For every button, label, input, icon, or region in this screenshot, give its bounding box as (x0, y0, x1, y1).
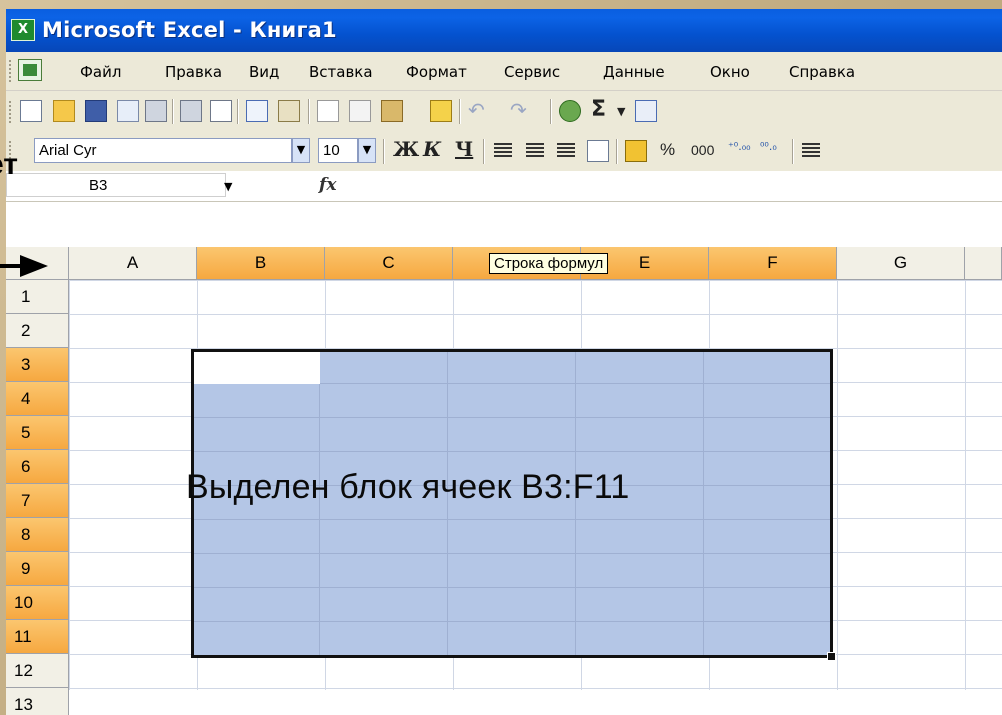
row-header-5[interactable]: 5 (6, 416, 69, 450)
align-right-icon[interactable] (555, 140, 577, 162)
selection-caption: Выделен блок ячеек B3:F11 (186, 468, 630, 506)
decrease-decimal-button[interactable]: ⁰⁰.₀ (760, 140, 777, 153)
align-center-icon[interactable] (524, 140, 546, 162)
percent-button[interactable]: % (660, 140, 675, 160)
print-icon[interactable] (180, 100, 202, 122)
row-header-4[interactable]: 4 (6, 382, 69, 416)
annotation-text: ет (0, 148, 18, 181)
menu-edit[interactable]: Правка (165, 63, 222, 81)
column-header-f[interactable]: F (709, 247, 837, 280)
active-cell-b3[interactable] (194, 352, 320, 384)
new-icon[interactable] (20, 100, 42, 122)
save-icon[interactable] (85, 100, 107, 122)
column-header-g[interactable]: G (837, 247, 965, 280)
menu-help[interactable]: Справка (789, 63, 855, 81)
title-bar[interactable]: X Microsoft Excel - Книга1 (6, 9, 1002, 52)
chevron-down-icon[interactable]: ▼ (292, 138, 310, 163)
selected-range[interactable]: Выделен блок ячеек B3:F11 (186, 349, 836, 661)
chevron-down-icon[interactable]: ▼ (224, 180, 232, 193)
italic-button[interactable]: К (423, 137, 441, 161)
underline-button[interactable]: Ч (455, 137, 473, 161)
undo-icon[interactable]: ↶ (468, 100, 490, 122)
column-header-b[interactable]: B (197, 247, 325, 280)
format-painter-icon[interactable] (430, 100, 452, 122)
increase-decimal-button[interactable]: ⁺⁰.₀₀ (728, 140, 751, 153)
decrease-indent-icon[interactable] (800, 140, 822, 162)
row-header-10[interactable]: 10 (6, 586, 69, 620)
thousands-button[interactable]: 000 (691, 142, 714, 158)
excel-icon[interactable]: X (11, 19, 35, 41)
row-header-7[interactable]: 7 (6, 484, 69, 518)
align-left-icon[interactable] (492, 140, 514, 162)
menu-grip[interactable] (9, 60, 15, 82)
menu-file[interactable]: Файл (80, 63, 121, 81)
menu-format[interactable]: Формат (406, 63, 467, 81)
spelling-icon[interactable] (246, 100, 268, 122)
redo-icon[interactable]: ↷ (510, 100, 532, 122)
row-header-6[interactable]: 6 (6, 450, 69, 484)
bold-button[interactable]: Ж (393, 137, 419, 161)
row-header-12[interactable]: 12 (6, 654, 69, 688)
open-icon[interactable] (53, 100, 75, 122)
excel-window: X Microsoft Excel - Книга1 Файл Правка В… (6, 9, 1002, 715)
document-icon[interactable] (18, 59, 42, 81)
copy-icon[interactable] (349, 100, 371, 122)
row-header-1[interactable]: 1 (6, 280, 69, 314)
research-icon[interactable] (278, 100, 300, 122)
print-icon[interactable] (145, 100, 167, 122)
sort-ascending-icon[interactable] (635, 100, 657, 122)
formula-bar-tooltip: Строка формул (489, 253, 609, 274)
insert-function-icon[interactable]: fx (319, 175, 336, 195)
menu-insert[interactable]: Вставка (309, 63, 373, 81)
row-header-13[interactable]: 13 (6, 688, 69, 715)
column-header-a[interactable]: A (69, 247, 197, 280)
menu-data[interactable]: Данные (603, 63, 665, 81)
row-header-3[interactable]: 3 (6, 348, 69, 382)
autosum-icon[interactable]: Σ (591, 97, 606, 122)
window-title: Microsoft Excel - Книга1 (42, 18, 337, 42)
name-box[interactable]: B3 (6, 173, 226, 197)
toolbar-grip[interactable] (9, 101, 15, 123)
hyperlink-icon[interactable] (559, 100, 581, 122)
row-header-11[interactable]: 11 (6, 620, 69, 654)
row-header-2[interactable]: 2 (6, 314, 69, 348)
menu-bar: Файл Правка Вид Вставка Формат Сервис Да… (6, 52, 1002, 91)
paste-icon[interactable] (381, 100, 403, 122)
row-header-8[interactable]: 8 (6, 518, 69, 552)
formula-bar: B3 ▼ fx (6, 171, 1002, 202)
column-header-h[interactable] (965, 247, 1002, 280)
chevron-down-icon[interactable]: ▼ (358, 138, 376, 163)
font-name-field[interactable]: Arial Cyr (34, 138, 292, 163)
arrow-right-icon (0, 255, 48, 277)
permission-icon[interactable] (117, 100, 139, 122)
standard-toolbar: ↶ ↷ Σ ▼ (6, 91, 1002, 132)
autosum-dropdown-icon[interactable]: ▼ (617, 105, 625, 118)
row-header-9[interactable]: 9 (6, 552, 69, 586)
merge-center-icon[interactable] (587, 140, 609, 162)
print-preview-icon[interactable] (210, 100, 232, 122)
menu-view[interactable]: Вид (249, 63, 279, 81)
menu-tools[interactable]: Сервис (504, 63, 560, 81)
font-size-field[interactable]: 10 (318, 138, 358, 163)
cut-icon[interactable] (317, 100, 339, 122)
fill-handle[interactable] (827, 652, 836, 661)
formula-input[interactable] (352, 173, 1002, 197)
currency-icon[interactable] (625, 140, 647, 162)
column-header-c[interactable]: C (325, 247, 453, 280)
formatting-toolbar: Arial Cyr ▼ 10 ▼ Ж К Ч % 000 ⁺⁰.₀₀ ⁰⁰.₀ (6, 131, 1002, 172)
menu-window[interactable]: Окно (710, 63, 750, 81)
